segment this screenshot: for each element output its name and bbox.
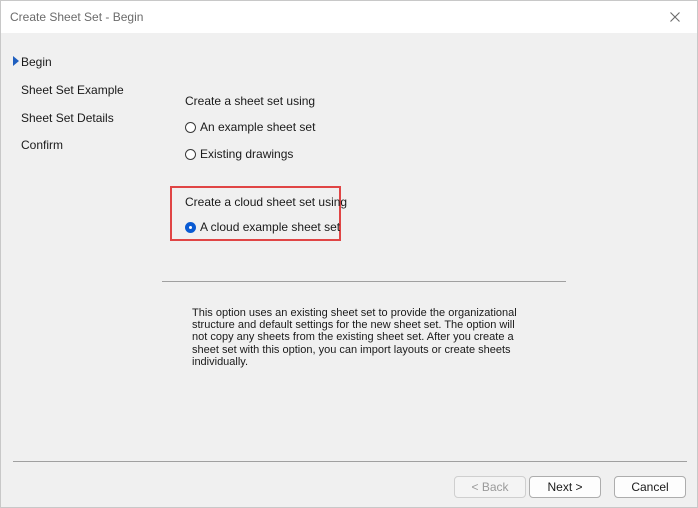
cloud-using-label: Create a cloud sheet set using <box>185 195 348 209</box>
nav-step-sheet-set-details: Sheet Set Details <box>21 111 114 125</box>
radio-button-checked[interactable] <box>185 221 196 233</box>
nav-step-sheet-set-example: Sheet Set Example <box>21 83 124 97</box>
divider <box>162 281 566 282</box>
radio-existing-drawings[interactable]: Existing drawings <box>185 147 293 161</box>
back-button[interactable]: < Back <box>454 476 526 498</box>
nav-step-begin: Begin <box>21 55 52 69</box>
next-button[interactable]: Next > <box>529 476 601 498</box>
create-sheet-set-dialog: Create Sheet Set - Begin Begin Sheet Set… <box>0 0 698 508</box>
option-description: This option uses an existing sheet set t… <box>192 307 517 368</box>
radio-label: A cloud example sheet set <box>200 220 341 234</box>
nav-step-confirm: Confirm <box>21 138 64 152</box>
current-step-arrow-icon <box>13 56 19 66</box>
window-title: Create Sheet Set - Begin <box>10 10 144 24</box>
cancel-button[interactable]: Cancel <box>614 476 686 498</box>
close-button[interactable] <box>653 1 697 33</box>
radio-label: An example sheet set <box>200 120 316 134</box>
radio-button-unchecked[interactable] <box>185 121 196 133</box>
radio-label: Existing drawings <box>200 147 294 161</box>
radio-button-unchecked[interactable] <box>185 148 196 160</box>
radio-example-sheet-set[interactable]: An example sheet set <box>185 120 315 134</box>
title-bar: Create Sheet Set - Begin <box>1 1 697 33</box>
close-icon <box>670 12 680 22</box>
radio-cloud-example-sheet-set[interactable]: A cloud example sheet set <box>185 220 340 234</box>
divider <box>13 461 687 462</box>
create-using-label: Create a sheet set using <box>185 94 316 108</box>
